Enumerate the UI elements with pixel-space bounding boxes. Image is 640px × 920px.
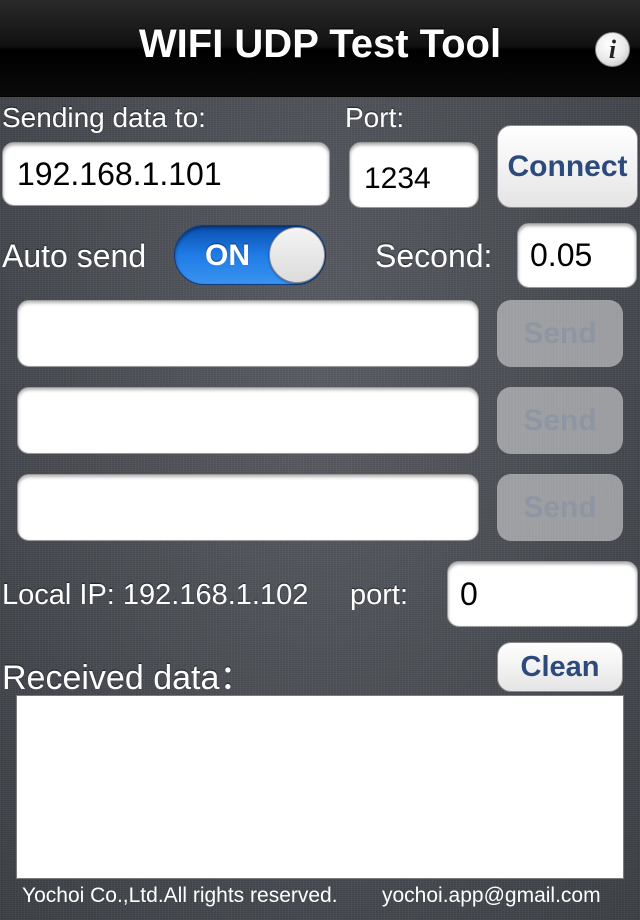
send-button-2[interactable]: Send xyxy=(497,387,623,454)
email-link[interactable]: yochoi.app@gmail.com xyxy=(382,884,601,908)
toggle-knob xyxy=(269,227,325,283)
local-port-value: 0 xyxy=(460,575,478,612)
target-port-field[interactable]: 1234 xyxy=(349,142,479,208)
second-label: Second: xyxy=(375,238,493,274)
connect-button[interactable]: Connect xyxy=(497,125,638,208)
sending-data-label: Sending data to: xyxy=(2,102,206,133)
local-port-field[interactable]: 0 xyxy=(447,561,638,627)
send-button-3[interactable]: Send xyxy=(497,474,623,541)
message-field-1[interactable] xyxy=(17,300,479,367)
target-ip-field[interactable]: 192.168.1.101 xyxy=(2,142,330,206)
second-field[interactable]: 0.05 xyxy=(517,223,637,288)
auto-send-label: Auto send xyxy=(2,238,147,274)
auto-send-toggle[interactable]: ON xyxy=(174,225,326,285)
message-field-3[interactable] xyxy=(17,474,479,541)
second-value: 0.05 xyxy=(530,237,593,273)
toggle-state-label: ON xyxy=(205,239,250,272)
port-label: Port: xyxy=(345,102,405,133)
copyright-text: Yochoi Co.,Ltd.All rights reserved. xyxy=(22,884,338,907)
info-icon: i xyxy=(608,34,617,64)
received-data-label: Received data： xyxy=(2,659,254,697)
send-button-1[interactable]: Send xyxy=(497,300,623,367)
clean-button[interactable]: Clean xyxy=(497,642,623,692)
app-title: WIFI UDP Test Tool xyxy=(138,22,502,66)
target-ip-value: 192.168.1.101 xyxy=(17,155,222,192)
info-button[interactable]: i xyxy=(595,32,630,67)
local-port-label: port: xyxy=(350,579,409,611)
local-ip-label: Local IP: 192.168.1.102 xyxy=(2,579,309,611)
message-field-2[interactable] xyxy=(17,387,479,454)
target-port-value: 1234 xyxy=(364,162,431,195)
received-data-area[interactable] xyxy=(16,695,624,879)
